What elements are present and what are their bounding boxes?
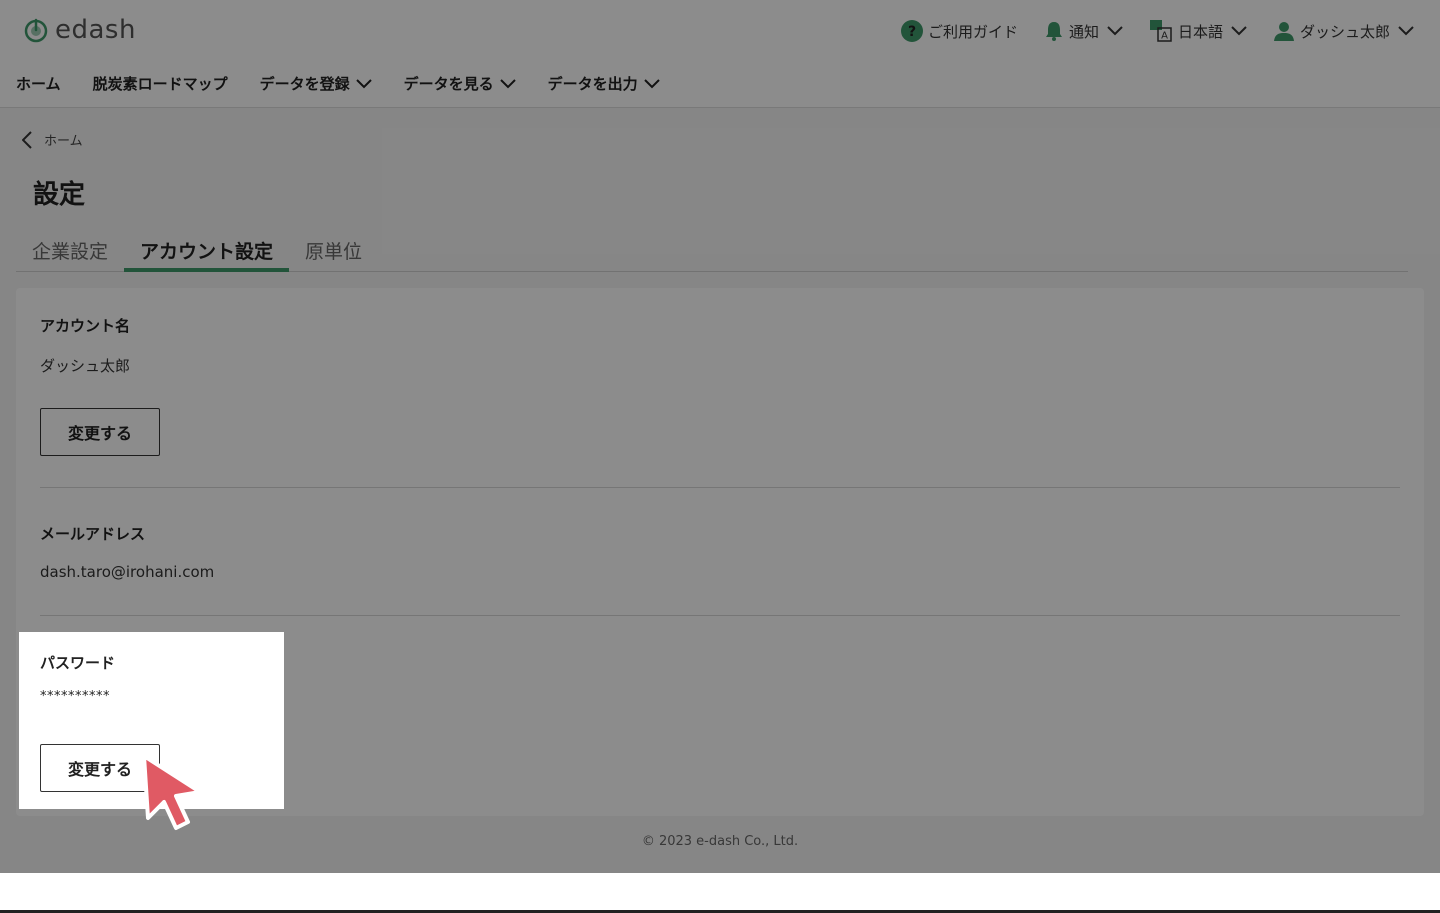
password-label: パスワード bbox=[40, 654, 116, 672]
password-value: ********** bbox=[40, 689, 110, 704]
cursor-pointer-icon bbox=[142, 754, 202, 830]
